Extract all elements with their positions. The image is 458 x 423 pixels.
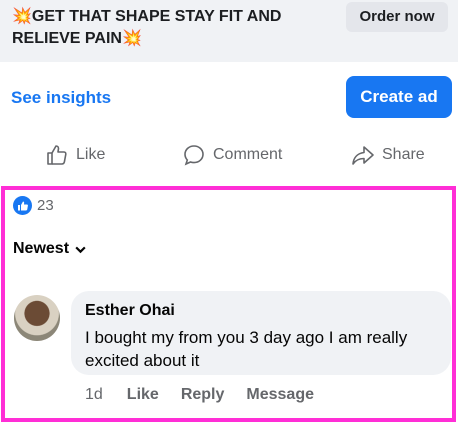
like-button[interactable]: Like [45, 138, 105, 172]
like-button-label: Like [76, 146, 106, 163]
comment-button[interactable]: Comment [182, 138, 282, 172]
post-action-bar: Like Comment Share [0, 138, 458, 172]
order-now-button[interactable]: Order now [346, 2, 448, 32]
see-insights-link[interactable]: See insights [11, 88, 111, 108]
ad-banner: 💥GET THAT SHAPE STAY FIT AND RELIEVE PAI… [0, 0, 458, 62]
comment-message-button[interactable]: Message [246, 386, 314, 404]
reaction-summary[interactable]: 23 [13, 196, 54, 215]
ad-headline-line1: GET THAT SHAPE STAY FIT AND [31, 8, 282, 25]
avatar[interactable] [14, 295, 60, 341]
comment-like-button[interactable]: Like [127, 386, 159, 404]
comment-actions: 1d Like Reply Message [85, 386, 336, 404]
share-arrow-icon [352, 146, 374, 165]
burst-emoji-icon: 💥 [12, 8, 32, 25]
share-button-label: Share [382, 146, 425, 163]
ad-headline: 💥GET THAT SHAPE STAY FIT AND RELIEVE PAI… [12, 6, 332, 50]
comment-reply-button[interactable]: Reply [181, 386, 225, 404]
comment-bubble: Esther Ohai I bought my from you 3 day a… [71, 291, 451, 375]
comment-text: I bought my from you 3 day ago I am real… [85, 328, 408, 370]
reaction-count: 23 [37, 197, 54, 214]
thumbs-up-icon [47, 145, 67, 165]
comment-bubble-icon [184, 145, 204, 166]
comment-sort-dropdown[interactable]: Newest [13, 240, 87, 258]
share-button[interactable]: Share [351, 138, 425, 172]
like-reaction-icon [13, 196, 32, 215]
comment-timestamp[interactable]: 1d [85, 386, 103, 404]
comments-section: 23 Newest Esther Ohai I bought my from y… [1, 186, 456, 422]
chevron-down-icon [75, 246, 86, 253]
create-ad-button[interactable]: Create ad [346, 76, 452, 118]
burst-emoji-icon: 💥 [121, 30, 142, 47]
comment-author[interactable]: Esther Ohai [85, 302, 175, 320]
comment-button-label: Comment [213, 146, 283, 163]
ad-headline-line2: RELIEVE PAIN [12, 30, 122, 47]
sort-label: Newest [13, 240, 70, 257]
